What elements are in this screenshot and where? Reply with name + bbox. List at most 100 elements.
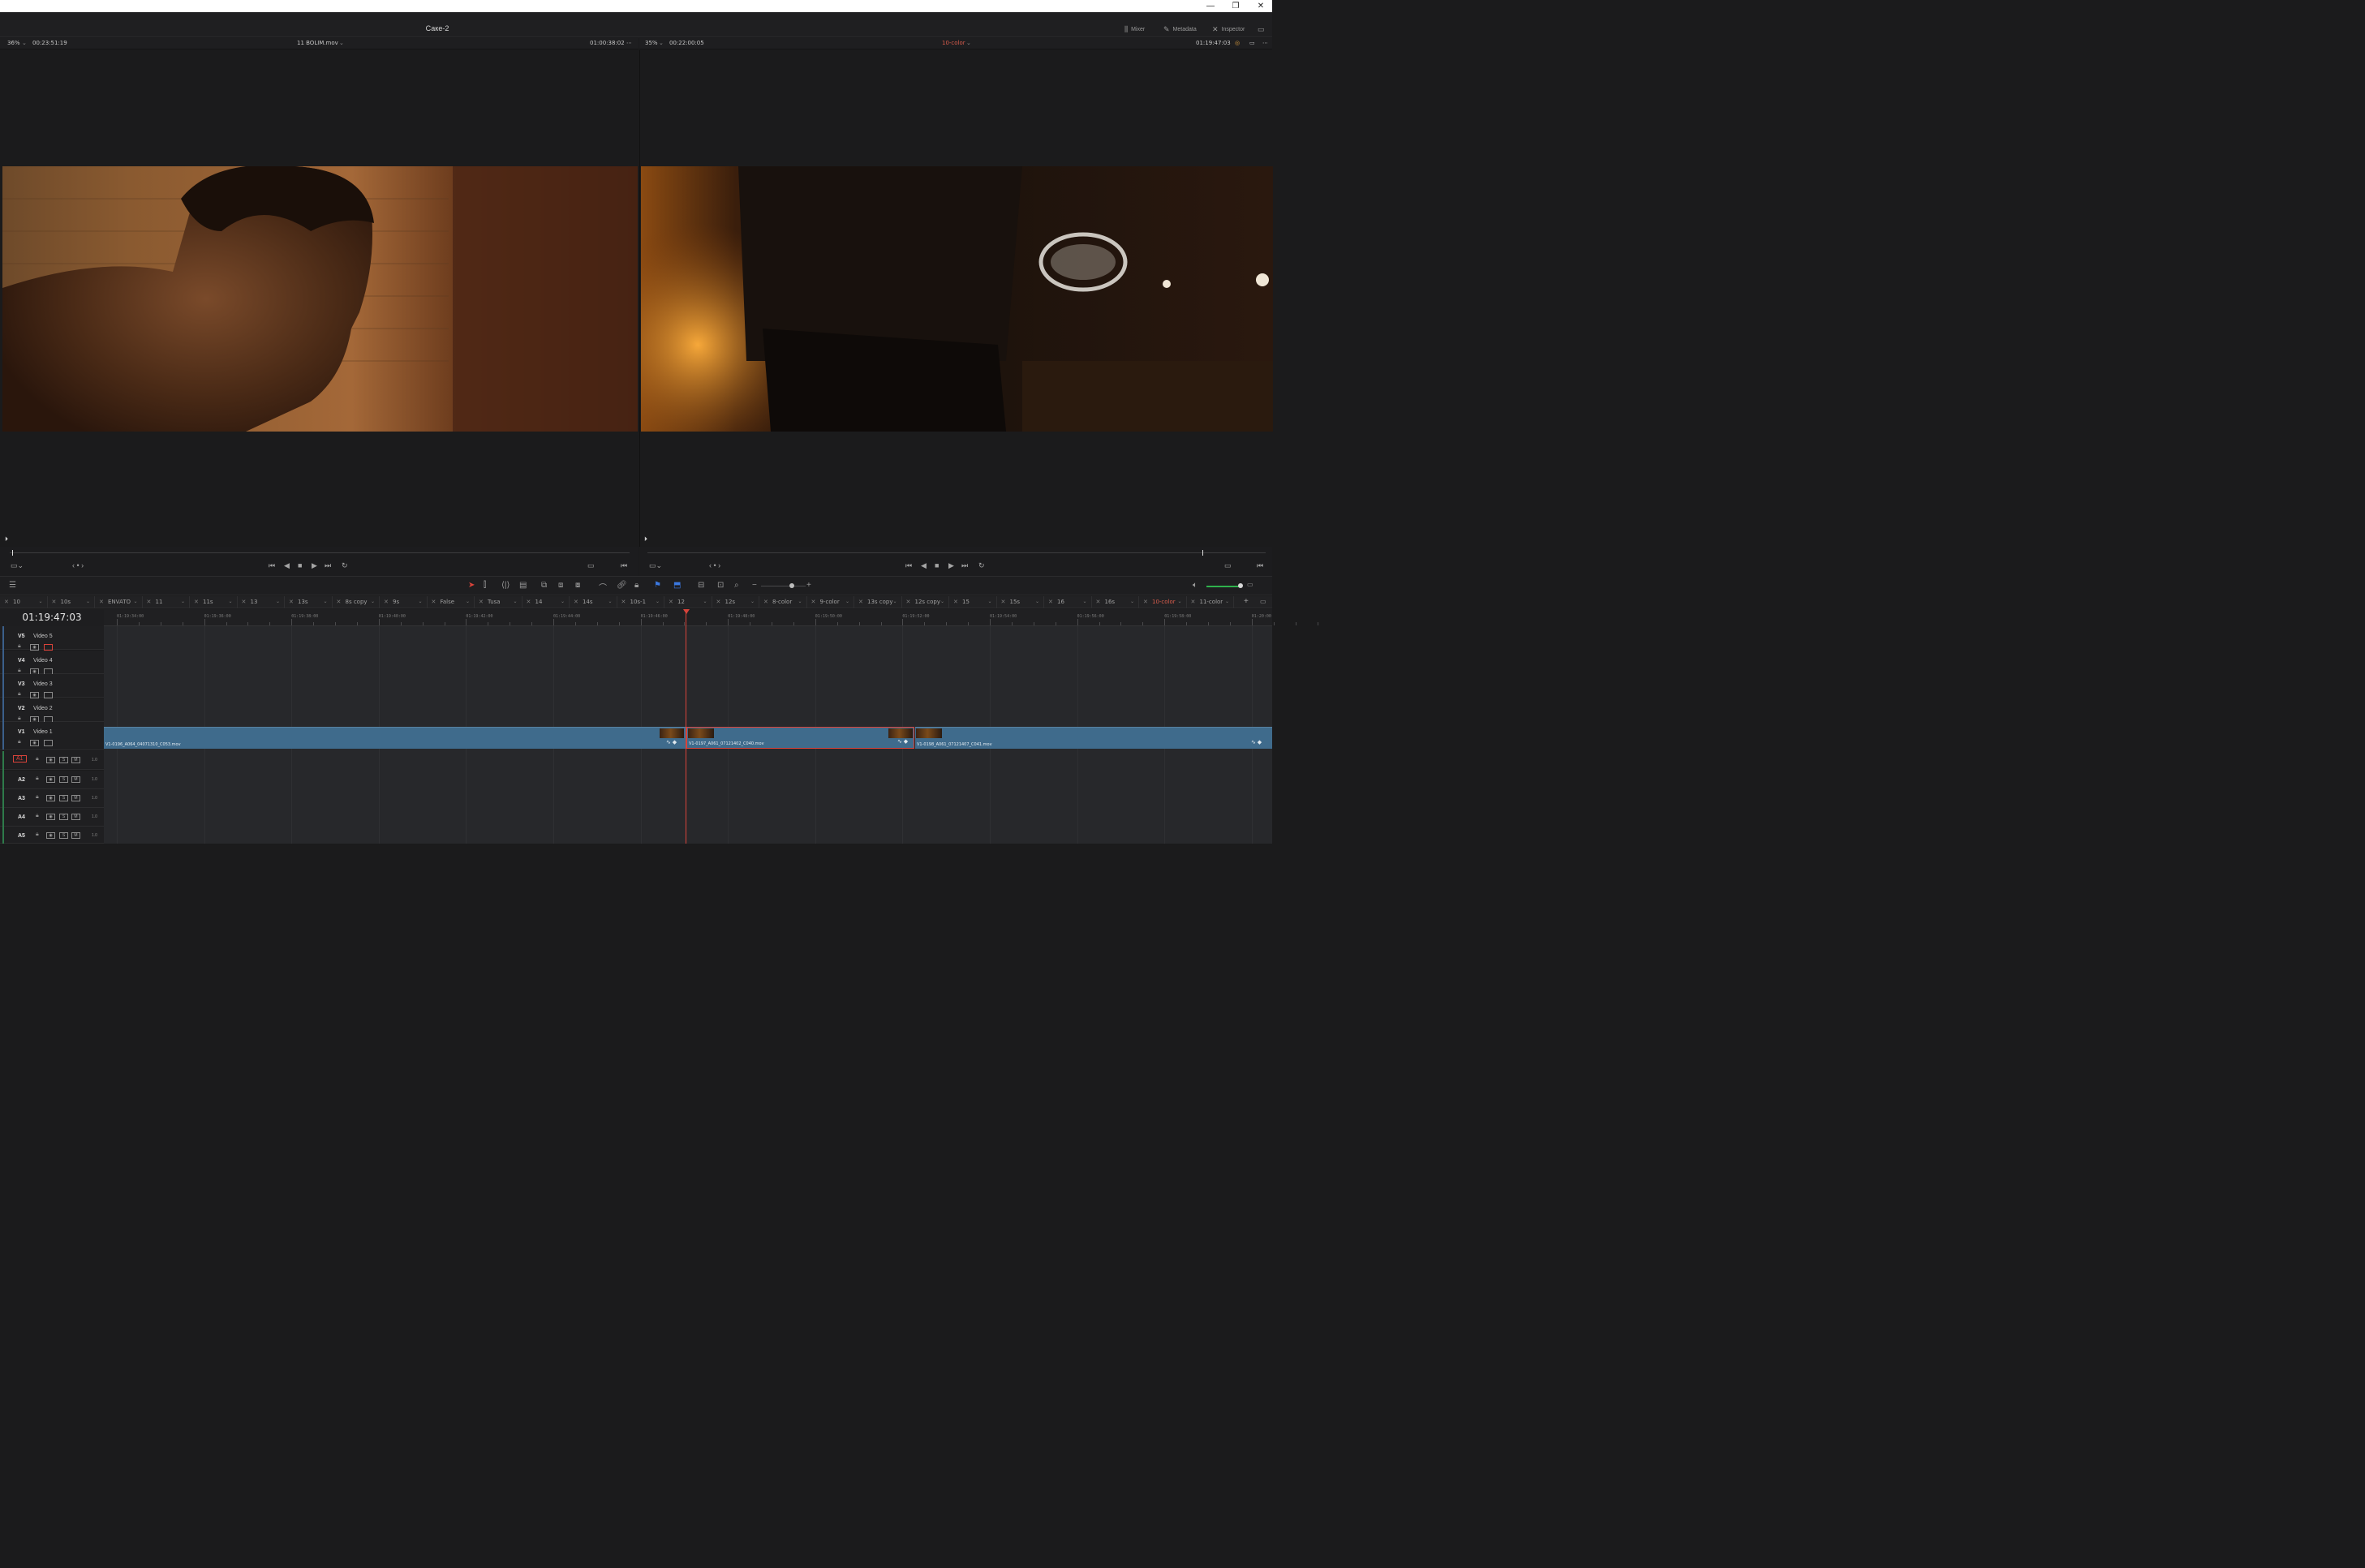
track-enable-icon[interactable] [44,740,53,746]
tab-chevron-icon[interactable]: ⌄ [38,599,42,604]
timeline-tab[interactable]: ✕ 14 ⌄ [522,596,570,608]
source-first-frame-icon[interactable]: ⏮ [269,561,275,570]
close-tab-icon[interactable]: ✕ [384,599,389,605]
close-tab-icon[interactable]: ✕ [527,599,531,605]
program-timeline-name[interactable]: 10-color [942,40,965,46]
grade-icon[interactable]: ◎ [1235,40,1240,46]
timeline-tab[interactable]: ✕ 9s ⌄ [380,596,428,608]
close-tab-icon[interactable]: ✕ [811,599,816,605]
source-match-frame-icon[interactable]: ▭ [587,561,595,570]
close-tab-icon[interactable]: ✕ [4,599,9,605]
track-id[interactable]: A1 [13,755,27,763]
timeline-view-options-icon[interactable]: ☰ [9,581,16,590]
source-viewer-options-icon[interactable]: ▭⌄ [11,561,24,570]
close-tab-icon[interactable]: ✕ [621,599,626,605]
close-tab-icon[interactable]: ✕ [432,599,436,605]
snapping-icon[interactable]: ⌒ [599,581,607,593]
metadata-button[interactable]: ✎ Metadata [1163,25,1197,34]
timeline-ruler[interactable]: 01:19:34:00 01:19:36:00 01:19:38:00 01:19:4… [104,609,1318,626]
tab-chevron-icon[interactable]: ⌄ [1177,599,1181,604]
program-jog-icon[interactable]: ‹ • › [709,561,720,569]
zoom-in-icon[interactable]: + [806,581,811,590]
timeline-tab[interactable]: ✕ 15 ⌄ [949,596,997,608]
timeline-tab[interactable]: ✕ 14s ⌄ [570,596,617,608]
audio-track-header[interactable]: A2 🔒︎ ◉ S M 1.0 [0,771,104,789]
close-button[interactable]: ✕ [1253,1,1269,11]
video-track-header[interactable]: V1 Video 1 🔒︎ ◉ [0,722,104,750]
track-name[interactable]: Video 5 [33,634,53,639]
add-timeline-tab-icon[interactable]: + [1244,597,1249,606]
tab-chevron-icon[interactable]: ⌄ [561,599,565,604]
close-tab-icon[interactable]: ✕ [242,599,247,605]
tab-chevron-icon[interactable]: ⌄ [86,599,90,604]
source-scrub-handle[interactable] [12,550,14,556]
auto-track-select-icon[interactable]: ◉ [30,644,39,651]
timeline-tab[interactable]: ✕ 8-color ⌄ [759,596,807,608]
auto-track-select-icon[interactable]: ◉ [46,776,55,783]
source-options-icon[interactable]: ⋯ [626,40,632,46]
track-lock-icon[interactable]: 🔒︎ [36,775,39,782]
mixer-button[interactable]: ⫼ Mixer [1124,25,1145,34]
close-tab-icon[interactable]: ✕ [52,599,57,605]
mute-button[interactable]: M [71,757,80,763]
tab-chevron-icon[interactable]: ⌄ [371,599,375,604]
timeline-tab[interactable]: ✕ 13 ⌄ [238,596,285,608]
audio-track-header[interactable]: A3 🔒︎ ◉ S M 1.0 [0,789,104,808]
tab-chevron-icon[interactable]: ⌄ [987,599,991,604]
source-clip-name[interactable]: 11 BOLIM.mov [297,40,338,46]
track-lock-icon[interactable]: 🔒︎ [18,715,21,722]
minimize-button[interactable]: — [1202,1,1219,11]
source-scrubber[interactable] [10,552,630,553]
tab-chevron-icon[interactable]: ⌄ [892,599,897,604]
video-track-header[interactable]: V3 Video 3 🔒︎ ◉ [0,674,104,698]
auto-track-select-icon[interactable]: ◉ [46,795,55,801]
timeline-tab[interactable]: ✕ 12s copy ⌄ [902,596,949,608]
inspector-button[interactable]: ✕ Inspector [1212,25,1245,34]
close-tab-icon[interactable]: ✕ [1143,599,1148,605]
tab-chevron-icon[interactable]: ⌄ [1225,599,1229,604]
program-play-icon[interactable]: ▶ [948,561,954,570]
source-clip-chevron-icon[interactable]: ⌄ [339,40,344,46]
timeline-tab[interactable]: ✕ Tusa ⌄ [475,596,522,608]
volume-slider[interactable] [1206,586,1241,587]
close-tab-icon[interactable]: ✕ [1191,599,1196,605]
timeline-tab[interactable]: ✕ 11 ⌄ [143,596,190,608]
timeline-tab[interactable]: ✕ 10-color ⌄ [1139,596,1187,608]
tab-chevron-icon[interactable]: ⌄ [750,599,755,604]
volume-slider-handle[interactable] [1238,583,1243,588]
solo-button[interactable]: S [59,757,68,763]
source-jog-icon[interactable]: ‹ • › [72,561,84,569]
solo-button[interactable]: S [59,795,68,801]
close-tab-icon[interactable]: ✕ [147,599,152,605]
close-tab-icon[interactable]: ✕ [574,599,578,605]
track-lock-icon[interactable]: 🔒︎ [36,813,39,819]
source-stop-icon[interactable]: ■ [298,561,302,569]
timeline-tab[interactable]: ✕ 10 ⌄ [0,596,48,608]
timeline-tab[interactable]: ✕ 12s ⌄ [712,596,759,608]
close-tab-icon[interactable]: ✕ [194,599,199,605]
auto-track-select-icon[interactable]: ◉ [46,832,55,839]
close-tab-icon[interactable]: ✕ [669,599,673,605]
track-name[interactable]: Video 3 [33,681,53,687]
trim-tool-icon[interactable]: ⫿ [484,581,486,590]
timeline-tab[interactable]: ✕ 15s ⌄ [997,596,1044,608]
track-lock-icon[interactable]: 🔒︎ [36,794,39,801]
tab-chevron-icon[interactable]: ⌄ [513,599,517,604]
insert-clip-icon[interactable]: ⧉ [541,581,547,590]
tab-chevron-icon[interactable]: ⌄ [133,599,137,604]
solo-button[interactable]: S [59,814,68,820]
program-reverse-icon[interactable]: ◀ [921,561,927,570]
track-name[interactable]: Video 2 [33,706,53,711]
track-lock-icon[interactable]: 🔒︎ [18,739,21,745]
track-enable-icon[interactable] [44,644,53,651]
source-last-frame-icon[interactable]: ⏭ [325,561,331,570]
source-viewer[interactable]: ⏵ [0,50,639,547]
source-reverse-icon[interactable]: ◀ [284,561,290,570]
zoom-out-icon[interactable]: − [752,581,757,590]
auto-track-select-icon[interactable]: ◉ [46,814,55,820]
mute-button[interactable]: M [71,814,80,820]
timeline-tab[interactable]: ✕ 16s ⌄ [1092,596,1139,608]
program-options-icon[interactable]: ⋯ [1262,40,1268,46]
audio-track-header[interactable]: A1 🔒︎ ◉ S M 1.0 [0,751,104,770]
replace-clip-icon[interactable]: ⧇ [575,581,580,590]
